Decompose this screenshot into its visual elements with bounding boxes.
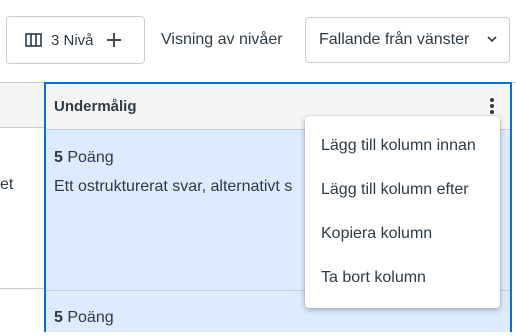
points: 5 Poäng	[54, 149, 114, 167]
menu-item-delete-column[interactable]: Ta bort kolumn	[305, 256, 500, 300]
view-levels-label: Visning av nivåer	[161, 31, 283, 48]
levels-button[interactable]: 3 Nivå	[6, 16, 145, 64]
points-unit: Poäng	[67, 309, 114, 326]
menu-item-add-column-before[interactable]: Lägg till kolumn innan	[305, 124, 500, 168]
left-cell-text: et	[0, 176, 14, 193]
left-column-header	[0, 83, 44, 128]
points-unit: Poäng	[67, 149, 114, 166]
columns-icon	[25, 33, 42, 47]
column-context-menu: Lägg till kolumn innan Lägg till kolumn …	[305, 116, 500, 308]
levels-button-label: 3 Nivå	[51, 31, 94, 49]
points-value: 5	[54, 149, 63, 166]
points-value: 5	[54, 309, 63, 326]
chevron-down-icon	[487, 36, 497, 43]
plus-icon	[106, 33, 121, 47]
view-order-select[interactable]: Fallande från vänster	[305, 17, 510, 63]
view-order-select-value: Fallande från vänster	[319, 31, 470, 48]
column-title: Undermålig	[54, 98, 137, 115]
menu-item-copy-column[interactable]: Kopiera kolumn	[305, 212, 500, 256]
menu-item-add-column-after[interactable]: Lägg till kolumn efter	[305, 168, 500, 212]
rating-description: Ett ostrukturerat svar, alternativt s	[54, 178, 293, 195]
kebab-menu-icon[interactable]	[488, 97, 496, 115]
row-divider	[0, 288, 44, 289]
points: 5 Poäng	[54, 309, 114, 327]
